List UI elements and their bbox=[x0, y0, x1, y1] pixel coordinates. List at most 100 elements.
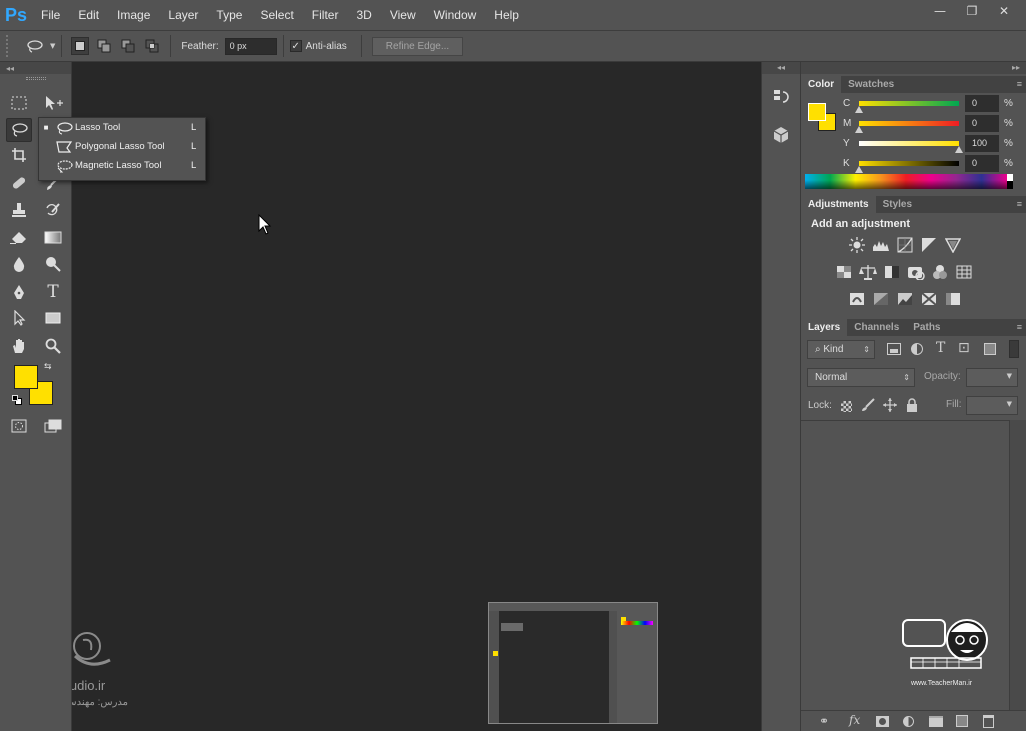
selective-color-icon[interactable] bbox=[944, 290, 962, 308]
layer-style-icon[interactable]: fx bbox=[849, 713, 860, 727]
panel-menu-icon[interactable]: ≡ bbox=[1017, 196, 1022, 213]
pixel-layer-filter-icon[interactable] bbox=[887, 343, 901, 355]
close-button[interactable]: ✕ bbox=[988, 0, 1020, 22]
tab-color[interactable]: Color bbox=[801, 76, 842, 93]
menu-select[interactable]: Select bbox=[251, 0, 302, 30]
clone-stamp-tool[interactable] bbox=[6, 198, 32, 222]
shape-layer-filter-icon[interactable]: ⊡ bbox=[958, 340, 970, 356]
crop-tool[interactable] bbox=[6, 143, 32, 167]
menu-filter[interactable]: Filter bbox=[303, 0, 348, 30]
tab-styles[interactable]: Styles bbox=[876, 196, 919, 213]
menu-type[interactable]: Type bbox=[207, 0, 251, 30]
refine-edge-button[interactable]: Refine Edge... bbox=[371, 36, 464, 56]
flyout-lasso-tool[interactable]: ■ Lasso Tool L bbox=[39, 118, 205, 137]
add-to-selection-icon[interactable] bbox=[95, 37, 113, 55]
zoom-tool[interactable] bbox=[40, 334, 66, 358]
minimize-button[interactable]: — bbox=[924, 0, 956, 22]
hue-saturation-icon[interactable] bbox=[835, 263, 853, 281]
filter-toggle[interactable] bbox=[1009, 340, 1019, 358]
menu-file[interactable]: File bbox=[32, 0, 69, 30]
tab-adjustments[interactable]: Adjustments bbox=[801, 196, 876, 213]
screen-mode-button[interactable] bbox=[40, 414, 66, 438]
path-selection-tool[interactable] bbox=[6, 306, 32, 330]
vibrance-icon[interactable] bbox=[944, 236, 962, 254]
panel-menu-icon[interactable]: ≡ bbox=[1017, 76, 1022, 93]
tool-preset-picker[interactable]: ▼ bbox=[26, 39, 55, 53]
menu-3d[interactable]: 3D bbox=[347, 0, 380, 30]
curves-icon[interactable] bbox=[896, 236, 914, 254]
type-tool[interactable]: T bbox=[40, 280, 66, 304]
channel-mixer-icon[interactable] bbox=[931, 263, 949, 281]
magenta-slider[interactable] bbox=[855, 120, 959, 133]
default-colors-icon[interactable] bbox=[12, 395, 22, 405]
magenta-value[interactable]: 0 bbox=[965, 114, 999, 132]
adjustment-layer-filter-icon[interactable] bbox=[911, 343, 923, 355]
quick-mask-button[interactable] bbox=[6, 414, 32, 438]
yellow-value[interactable]: 100 bbox=[965, 134, 999, 152]
black-slider[interactable] bbox=[855, 160, 959, 173]
levels-icon[interactable] bbox=[872, 236, 890, 254]
brightness-contrast-icon[interactable] bbox=[848, 236, 866, 254]
exposure-icon[interactable] bbox=[920, 236, 938, 254]
gradient-tool[interactable] bbox=[40, 225, 66, 249]
dodge-tool[interactable] bbox=[40, 252, 66, 276]
color-panel-foreground-swatch[interactable] bbox=[808, 103, 826, 121]
new-group-icon[interactable] bbox=[929, 716, 943, 727]
photo-filter-icon[interactable] bbox=[907, 263, 925, 281]
tools-grip[interactable] bbox=[26, 77, 46, 80]
hand-tool[interactable] bbox=[6, 334, 32, 358]
link-layers-icon[interactable]: ⚭ bbox=[819, 714, 829, 728]
delete-layer-icon[interactable] bbox=[983, 715, 994, 728]
blur-tool[interactable] bbox=[6, 252, 32, 276]
black-value[interactable]: 0 bbox=[965, 154, 999, 172]
menu-view[interactable]: View bbox=[381, 0, 425, 30]
tab-channels[interactable]: Channels bbox=[847, 319, 906, 336]
move-tool[interactable] bbox=[40, 91, 66, 115]
properties-panel-icon[interactable] bbox=[772, 126, 790, 147]
swap-colors-icon[interactable]: ⇆ bbox=[44, 362, 52, 372]
tab-paths[interactable]: Paths bbox=[906, 319, 947, 336]
blend-mode-dropdown[interactable]: Normal ⇕ bbox=[807, 368, 915, 387]
lock-image-icon[interactable] bbox=[861, 398, 875, 415]
restore-button[interactable]: ❐ bbox=[956, 0, 988, 22]
cyan-slider[interactable] bbox=[855, 100, 959, 113]
dock-collapse-icon[interactable]: ◂◂ bbox=[762, 62, 800, 74]
pen-tool[interactable] bbox=[6, 280, 32, 304]
opacity-field[interactable]: ▼ bbox=[966, 368, 1018, 387]
smart-object-filter-icon[interactable] bbox=[984, 343, 996, 355]
menu-image[interactable]: Image bbox=[108, 0, 159, 30]
antialias-checkbox[interactable]: ✓ bbox=[289, 40, 302, 52]
yellow-slider[interactable] bbox=[859, 140, 963, 153]
flyout-polygonal-lasso-tool[interactable]: Polygonal Lasso Tool L bbox=[39, 137, 205, 156]
layers-scrollbar[interactable] bbox=[1009, 420, 1026, 710]
feather-input[interactable]: 0 px bbox=[224, 37, 277, 55]
tab-layers[interactable]: Layers bbox=[801, 319, 848, 336]
new-adjustment-layer-icon[interactable] bbox=[903, 716, 914, 727]
type-layer-filter-icon[interactable]: T bbox=[936, 340, 945, 356]
panel-menu-icon[interactable]: ≡ bbox=[1017, 319, 1022, 336]
tab-swatches[interactable]: Swatches bbox=[841, 76, 901, 93]
rectangle-tool[interactable] bbox=[40, 306, 66, 330]
history-brush-tool[interactable] bbox=[40, 198, 66, 222]
gradient-map-icon[interactable] bbox=[920, 290, 938, 308]
menu-layer[interactable]: Layer bbox=[159, 0, 207, 30]
flyout-magnetic-lasso-tool[interactable]: Magnetic Lasso Tool L bbox=[39, 156, 205, 175]
eraser-tool[interactable] bbox=[6, 225, 32, 249]
posterize-icon[interactable] bbox=[872, 290, 890, 308]
threshold-icon[interactable] bbox=[896, 290, 914, 308]
foreground-color-swatch[interactable] bbox=[14, 365, 38, 389]
lasso-tool[interactable] bbox=[6, 118, 32, 142]
black-white-icon[interactable] bbox=[883, 263, 901, 281]
fill-field[interactable]: ▼ bbox=[966, 396, 1018, 415]
healing-brush-tool[interactable] bbox=[6, 171, 32, 195]
menu-window[interactable]: Window bbox=[425, 0, 486, 30]
rectangular-marquee-tool[interactable] bbox=[6, 91, 32, 115]
lock-position-icon[interactable] bbox=[883, 398, 897, 415]
layer-kind-filter[interactable]: ⌕ Kind ⇕ bbox=[807, 340, 875, 359]
menu-help[interactable]: Help bbox=[485, 0, 528, 30]
lock-all-icon[interactable] bbox=[906, 398, 918, 415]
lock-transparency-icon[interactable] bbox=[841, 401, 852, 412]
tools-panel-collapse[interactable]: ◂◂ bbox=[0, 62, 71, 74]
new-layer-icon[interactable] bbox=[956, 715, 968, 727]
history-panel-icon[interactable] bbox=[772, 88, 790, 109]
